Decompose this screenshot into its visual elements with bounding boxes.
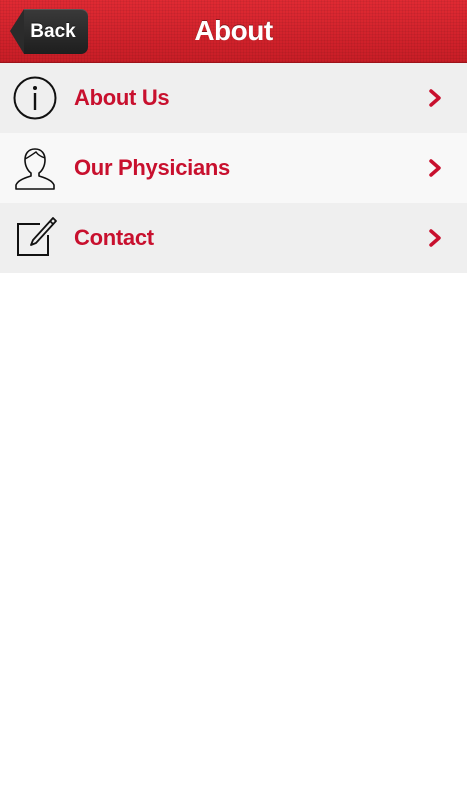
menu-item-label: Contact (74, 225, 154, 250)
menu-item-contact[interactable]: Contact (0, 203, 467, 273)
menu-list: About Us Our Physicians Contact (0, 63, 467, 273)
edit-icon (12, 215, 58, 261)
menu-item-about-us[interactable]: About Us (0, 63, 467, 133)
app-screen: Back About About Us Our Physicians Conta… (0, 0, 467, 800)
menu-item-label: Our Physicians (74, 155, 230, 180)
person-icon (12, 145, 58, 191)
menu-item-our-physicians[interactable]: Our Physicians (0, 133, 467, 203)
menu-item-label: About Us (74, 85, 170, 110)
page-title: About (194, 15, 273, 46)
chevron-right-icon (425, 228, 445, 248)
chevron-right-icon (425, 158, 445, 178)
info-icon (12, 75, 58, 121)
nav-bar: Back About (0, 0, 467, 63)
chevron-right-icon (425, 88, 445, 108)
